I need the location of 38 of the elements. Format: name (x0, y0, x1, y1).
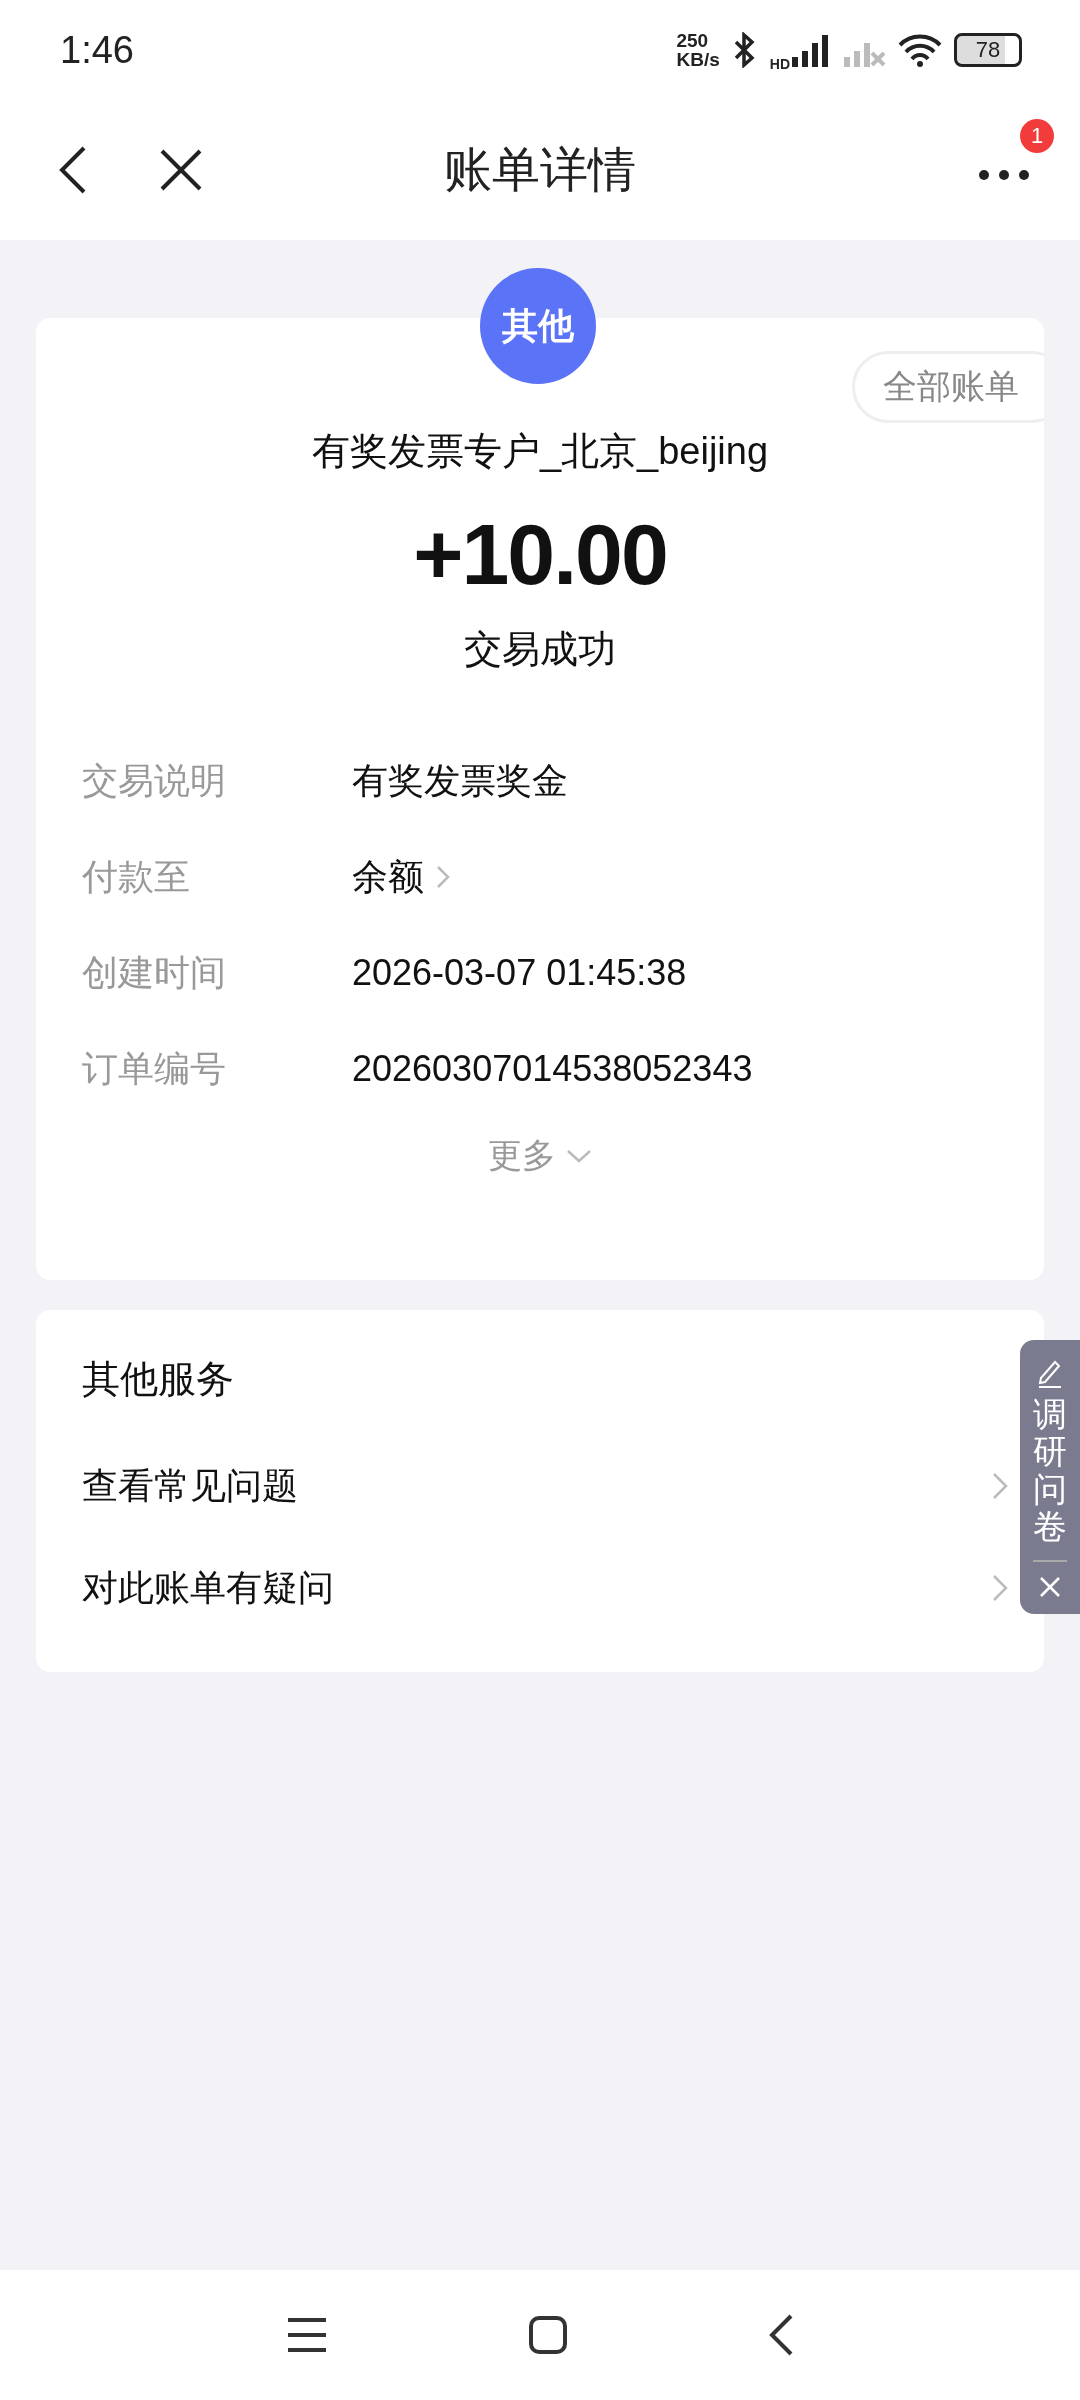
detail-label: 付款至 (82, 854, 191, 899)
section-title: 其他服务 (82, 1357, 235, 1402)
battery-icon: 78 (954, 33, 1022, 67)
hd-label: HD (769, 56, 790, 72)
network-speed-unit: KB/s (676, 50, 720, 69)
detail-value: 有奖发票奖金 (352, 758, 568, 803)
network-speed: 250 (676, 31, 710, 50)
status-time: 1:46 (60, 28, 134, 72)
merchant-name: 有奖发票专户_北京_beijing (311, 429, 769, 474)
service-item[interactable]: 对此账单有疑问 (82, 1537, 1008, 1639)
menu-icon[interactable] (286, 2317, 328, 2353)
category-avatar: 其他 (480, 268, 596, 384)
transaction-status: 交易成功 (464, 627, 616, 672)
close-icon[interactable] (160, 149, 202, 191)
detail-label: 创建时间 (82, 950, 227, 995)
detail-value: 2026-03-07 01:45:38 (352, 952, 687, 994)
all-bills-button[interactable]: 全部账单 (852, 351, 1044, 423)
detail-label: 交易说明 (82, 758, 227, 803)
survey-label[interactable]: 调研问卷 (1033, 1396, 1067, 1546)
chevron-icon (992, 1472, 1008, 1500)
page-title: 账单详情 (443, 142, 637, 198)
detail-link[interactable]: 余额 (352, 852, 450, 902)
chevron-down-icon (566, 1148, 592, 1164)
notification-badge: 1 (1020, 119, 1054, 153)
back-icon[interactable] (768, 2313, 794, 2357)
back-icon[interactable] (58, 145, 88, 195)
more-icon[interactable] (978, 169, 1030, 181)
detail-value: 20260307014538052343 (352, 1048, 753, 1090)
home-icon[interactable] (528, 2315, 568, 2355)
chevron-icon (436, 865, 450, 889)
more-toggle[interactable]: 更多 (488, 1133, 592, 1179)
amount: +10.00 (413, 505, 667, 604)
chevron-icon (992, 1574, 1008, 1602)
wifi-icon (898, 33, 942, 67)
service-item[interactable]: 查看常见问题 (82, 1435, 1008, 1537)
survey-tab[interactable]: 调研问卷 (1020, 1340, 1080, 1614)
detail-label: 订单编号 (82, 1046, 227, 1091)
pencil-icon (1037, 1358, 1063, 1388)
